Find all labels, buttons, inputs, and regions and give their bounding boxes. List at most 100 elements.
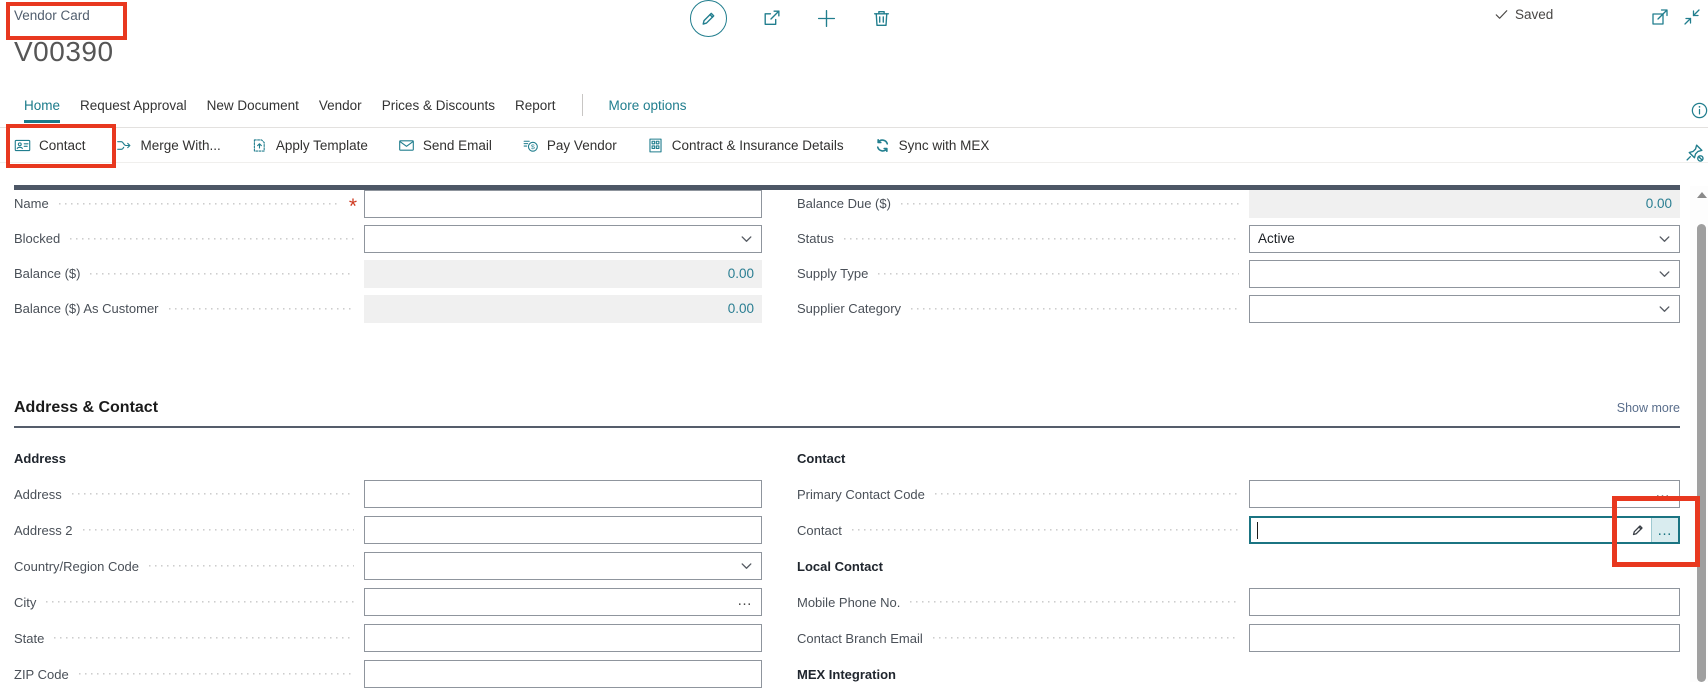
field-row-supplier-category: Supplier Category <box>797 291 1680 326</box>
more-options-menu[interactable]: More options <box>609 96 687 115</box>
mobile-phone-no-field[interactable] <box>1249 588 1680 616</box>
group-header-contact: Contact <box>797 440 1680 476</box>
dotted-leader <box>169 308 354 310</box>
scrollbar-up-arrow[interactable] <box>1697 192 1707 198</box>
field-label: ZIP Code <box>14 667 77 682</box>
dotted-leader <box>901 203 1239 205</box>
tab-report[interactable]: Report <box>515 96 556 115</box>
name-field[interactable] <box>364 190 762 218</box>
tab-vendor[interactable]: Vendor <box>319 96 362 115</box>
toolbar-button-sync-with-mex[interactable]: Sync with MEX <box>874 137 990 154</box>
field-label: Contact <box>797 523 850 538</box>
toolbar-button-contract-insurance-details[interactable]: Contract & Insurance Details <box>647 137 844 154</box>
contact-field[interactable]: … <box>1249 516 1680 544</box>
field-row-address: Address <box>14 476 762 512</box>
section-rule <box>14 426 1680 428</box>
delete-icon[interactable] <box>871 8 892 29</box>
edit-pencil-icon[interactable] <box>690 0 727 37</box>
share-icon[interactable] <box>761 8 782 29</box>
toolbar-button-label: Send Email <box>423 138 492 153</box>
contact-group: ContactPrimary Contact Code…Contact…Loca… <box>797 440 1680 692</box>
supply-type-field[interactable] <box>1249 260 1680 288</box>
pin-off-icon[interactable] <box>1684 142 1705 163</box>
supplier-category-field[interactable] <box>1249 295 1680 323</box>
field-row-blocked: Blocked <box>14 221 762 256</box>
field-row-primary-contact-code: Primary Contact Code… <box>797 476 1680 512</box>
add-icon[interactable] <box>816 8 837 29</box>
contact-ellipsis-button[interactable]: … <box>1651 518 1678 542</box>
city-field[interactable]: … <box>364 588 762 616</box>
menu-divider <box>0 127 1708 128</box>
field-label: Contact Branch Email <box>797 631 931 646</box>
blocked-field[interactable] <box>364 225 762 253</box>
collapse-icon[interactable] <box>1682 7 1702 27</box>
field-label: Balance Due ($) <box>797 196 899 211</box>
field-label: Name <box>14 196 57 211</box>
toolbar-button-label: Sync with MEX <box>899 138 990 153</box>
save-status-label: Saved <box>1515 7 1553 22</box>
merge-icon <box>116 137 133 154</box>
chevron-down-icon <box>1657 266 1672 281</box>
chevron-down-icon <box>739 559 754 574</box>
toolbar-button-label: Merge With... <box>141 138 221 153</box>
field-row-country-region-code: Country/Region Code <box>14 548 762 584</box>
scrollbar-thumb[interactable] <box>1697 224 1706 682</box>
toolbar-button-send-email[interactable]: Send Email <box>398 137 492 154</box>
chevron-down-icon <box>1657 301 1672 316</box>
primary-contact-code-field[interactable]: … <box>1249 480 1680 508</box>
dotted-leader <box>844 238 1239 240</box>
tab-new-document[interactable]: New Document <box>207 96 299 115</box>
address-field[interactable] <box>364 480 762 508</box>
contact-card-icon <box>14 137 31 154</box>
popout-icon[interactable] <box>1650 7 1670 27</box>
general-fields-left: Name*BlockedBalance ($)0.00Balance ($) A… <box>14 186 762 326</box>
assist-edit-pencil-icon[interactable] <box>1631 523 1645 537</box>
field-row-state: State <box>14 620 762 656</box>
toolbar-button-merge-with[interactable]: Merge With... <box>116 137 221 154</box>
section-title: Address & Contact <box>14 399 158 417</box>
balance-as-customer-field[interactable]: 0.00 <box>364 295 762 323</box>
field-row-contact: Contact … <box>797 512 1680 548</box>
zip-code-field[interactable] <box>364 660 762 688</box>
apply-template-icon <box>251 137 268 154</box>
country-region-code-field[interactable] <box>364 552 762 580</box>
field-label: Mobile Phone No. <box>797 595 908 610</box>
address-contact-section-header: Address & Contact Show more <box>14 394 1680 422</box>
dotted-leader <box>59 203 339 205</box>
balance-as-customer-value[interactable]: 0.00 <box>728 301 754 316</box>
balance-field[interactable]: 0.00 <box>364 260 762 288</box>
field-label: Country/Region Code <box>14 559 147 574</box>
field-row-address-2: Address 2 <box>14 512 762 548</box>
info-icon[interactable] <box>1690 101 1708 120</box>
tab-prices-discounts[interactable]: Prices & Discounts <box>382 96 495 115</box>
toolbar-button-contact[interactable]: Contact <box>14 137 86 154</box>
contact-branch-email-field[interactable] <box>1249 624 1680 652</box>
status-field[interactable]: Active <box>1249 225 1680 253</box>
dotted-leader <box>79 673 354 675</box>
field-row-name: Name* <box>14 186 762 221</box>
field-label: Supply Type <box>797 266 876 281</box>
field-row-status: StatusActive <box>797 221 1680 256</box>
top-action-bar <box>690 0 892 36</box>
field-label: Balance ($) <box>14 266 88 281</box>
balance-due-value[interactable]: 0.00 <box>1646 196 1672 211</box>
group-header-mex-integration: MEX Integration <box>797 656 1680 692</box>
dotted-leader <box>72 493 354 495</box>
field-label: Address <box>14 487 70 502</box>
field-label: Blocked <box>14 231 68 246</box>
state-field[interactable] <box>364 624 762 652</box>
tab-home[interactable]: Home <box>24 96 60 115</box>
dotted-leader <box>149 565 354 567</box>
field-label: Address 2 <box>14 523 81 538</box>
balance-value[interactable]: 0.00 <box>728 266 754 281</box>
address-2-field[interactable] <box>364 516 762 544</box>
check-icon <box>1494 7 1509 22</box>
ribbon-menu: Home Request Approval New Document Vendor Pr… <box>24 92 687 118</box>
toolbar-button-apply-template[interactable]: Apply Template <box>251 137 368 154</box>
balance-due-field[interactable]: 0.00 <box>1249 190 1680 218</box>
menu-separator <box>582 94 583 116</box>
show-more-link[interactable]: Show more <box>1617 401 1680 415</box>
save-status: Saved <box>1494 7 1553 22</box>
tab-request-approval[interactable]: Request Approval <box>80 96 187 115</box>
toolbar-button-pay-vendor[interactable]: $Pay Vendor <box>522 137 617 154</box>
